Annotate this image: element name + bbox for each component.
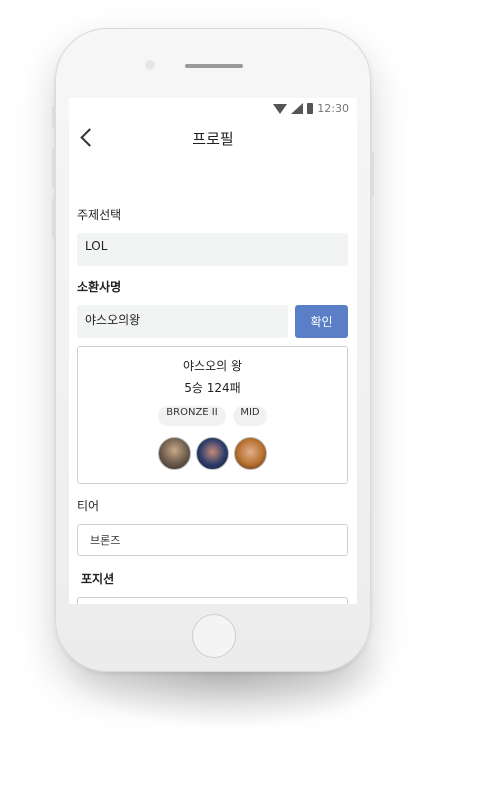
- front-camera: [145, 60, 155, 70]
- position-label: 포지션: [81, 572, 115, 586]
- champion-1-portrait: [158, 437, 191, 470]
- battery-icon: [307, 103, 314, 114]
- position-select[interactable]: 미드: [77, 597, 348, 604]
- signal-icon: [291, 103, 304, 114]
- topic-label: 주제선택: [77, 208, 122, 222]
- page-title: 프로필: [192, 130, 234, 148]
- status-bar: 12:30: [273, 102, 349, 115]
- volume-down-button: [52, 198, 56, 238]
- tier-field[interactable]: 브론즈: [77, 524, 348, 556]
- champion-list: [78, 437, 347, 470]
- status-time: 12:30: [317, 102, 349, 115]
- confirm-button[interactable]: 확인: [295, 305, 348, 338]
- summoner-label: 소환사명: [77, 280, 122, 294]
- tier-badge: BRONZE II: [158, 406, 226, 426]
- card-record: 5승 124패: [184, 381, 241, 395]
- phone-frame: 12:30 프로필 주제선택 LOL 소환사명 야스오의왕 확인 야스오의 왕 …: [52, 28, 374, 672]
- champion-3-portrait: [234, 437, 267, 470]
- summoner-profile-card: 야스오의 왕 5승 124패 BRONZE II MID: [77, 346, 348, 484]
- volume-up-button: [52, 148, 56, 188]
- app-screen: 12:30 프로필 주제선택 LOL 소환사명 야스오의왕 확인 야스오의 왕 …: [69, 98, 357, 604]
- position-badge: MID: [233, 406, 267, 426]
- power-button: [370, 152, 374, 196]
- champion-2-portrait: [196, 437, 229, 470]
- summoner-name-input[interactable]: 야스오의왕: [77, 305, 288, 338]
- card-summoner-name: 야스오의 왕: [182, 359, 242, 373]
- app-header: 프로필: [69, 128, 357, 152]
- topic-field[interactable]: LOL: [77, 233, 348, 266]
- mute-switch: [52, 106, 56, 128]
- tier-label: 티어: [77, 499, 100, 513]
- earpiece-speaker: [185, 64, 243, 68]
- home-button: [192, 614, 236, 658]
- wifi-icon: [273, 103, 288, 114]
